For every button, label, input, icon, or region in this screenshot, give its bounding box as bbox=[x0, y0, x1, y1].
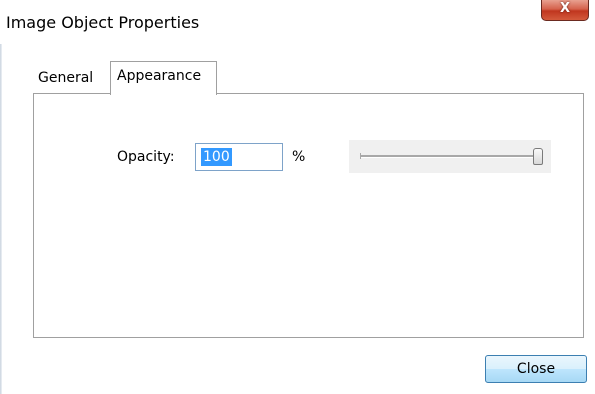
opacity-input[interactable]: 100 bbox=[195, 143, 283, 171]
tab-appearance-label: Appearance bbox=[117, 68, 202, 84]
opacity-slider[interactable] bbox=[349, 140, 551, 173]
title-bar[interactable]: Image Object Properties X bbox=[0, 0, 595, 44]
dialog-window: Image Object Properties X General Appear… bbox=[0, 0, 595, 394]
tab-general-label: General bbox=[38, 70, 94, 86]
slider-thumb[interactable] bbox=[533, 148, 543, 165]
opacity-unit: % bbox=[292, 149, 306, 165]
slider-tick bbox=[360, 153, 361, 159]
close-button[interactable]: Close bbox=[485, 355, 587, 383]
opacity-label: Opacity: bbox=[117, 149, 175, 165]
tab-general[interactable]: General bbox=[33, 66, 110, 93]
appearance-panel bbox=[33, 93, 584, 338]
close-icon: X bbox=[559, 1, 571, 16]
window-close-button[interactable]: X bbox=[541, 0, 589, 21]
window-title: Image Object Properties bbox=[6, 13, 200, 32]
window-edge bbox=[0, 44, 2, 394]
tab-appearance[interactable]: Appearance bbox=[110, 61, 217, 95]
opacity-input-value: 100 bbox=[201, 148, 232, 166]
slider-track bbox=[360, 155, 538, 158]
